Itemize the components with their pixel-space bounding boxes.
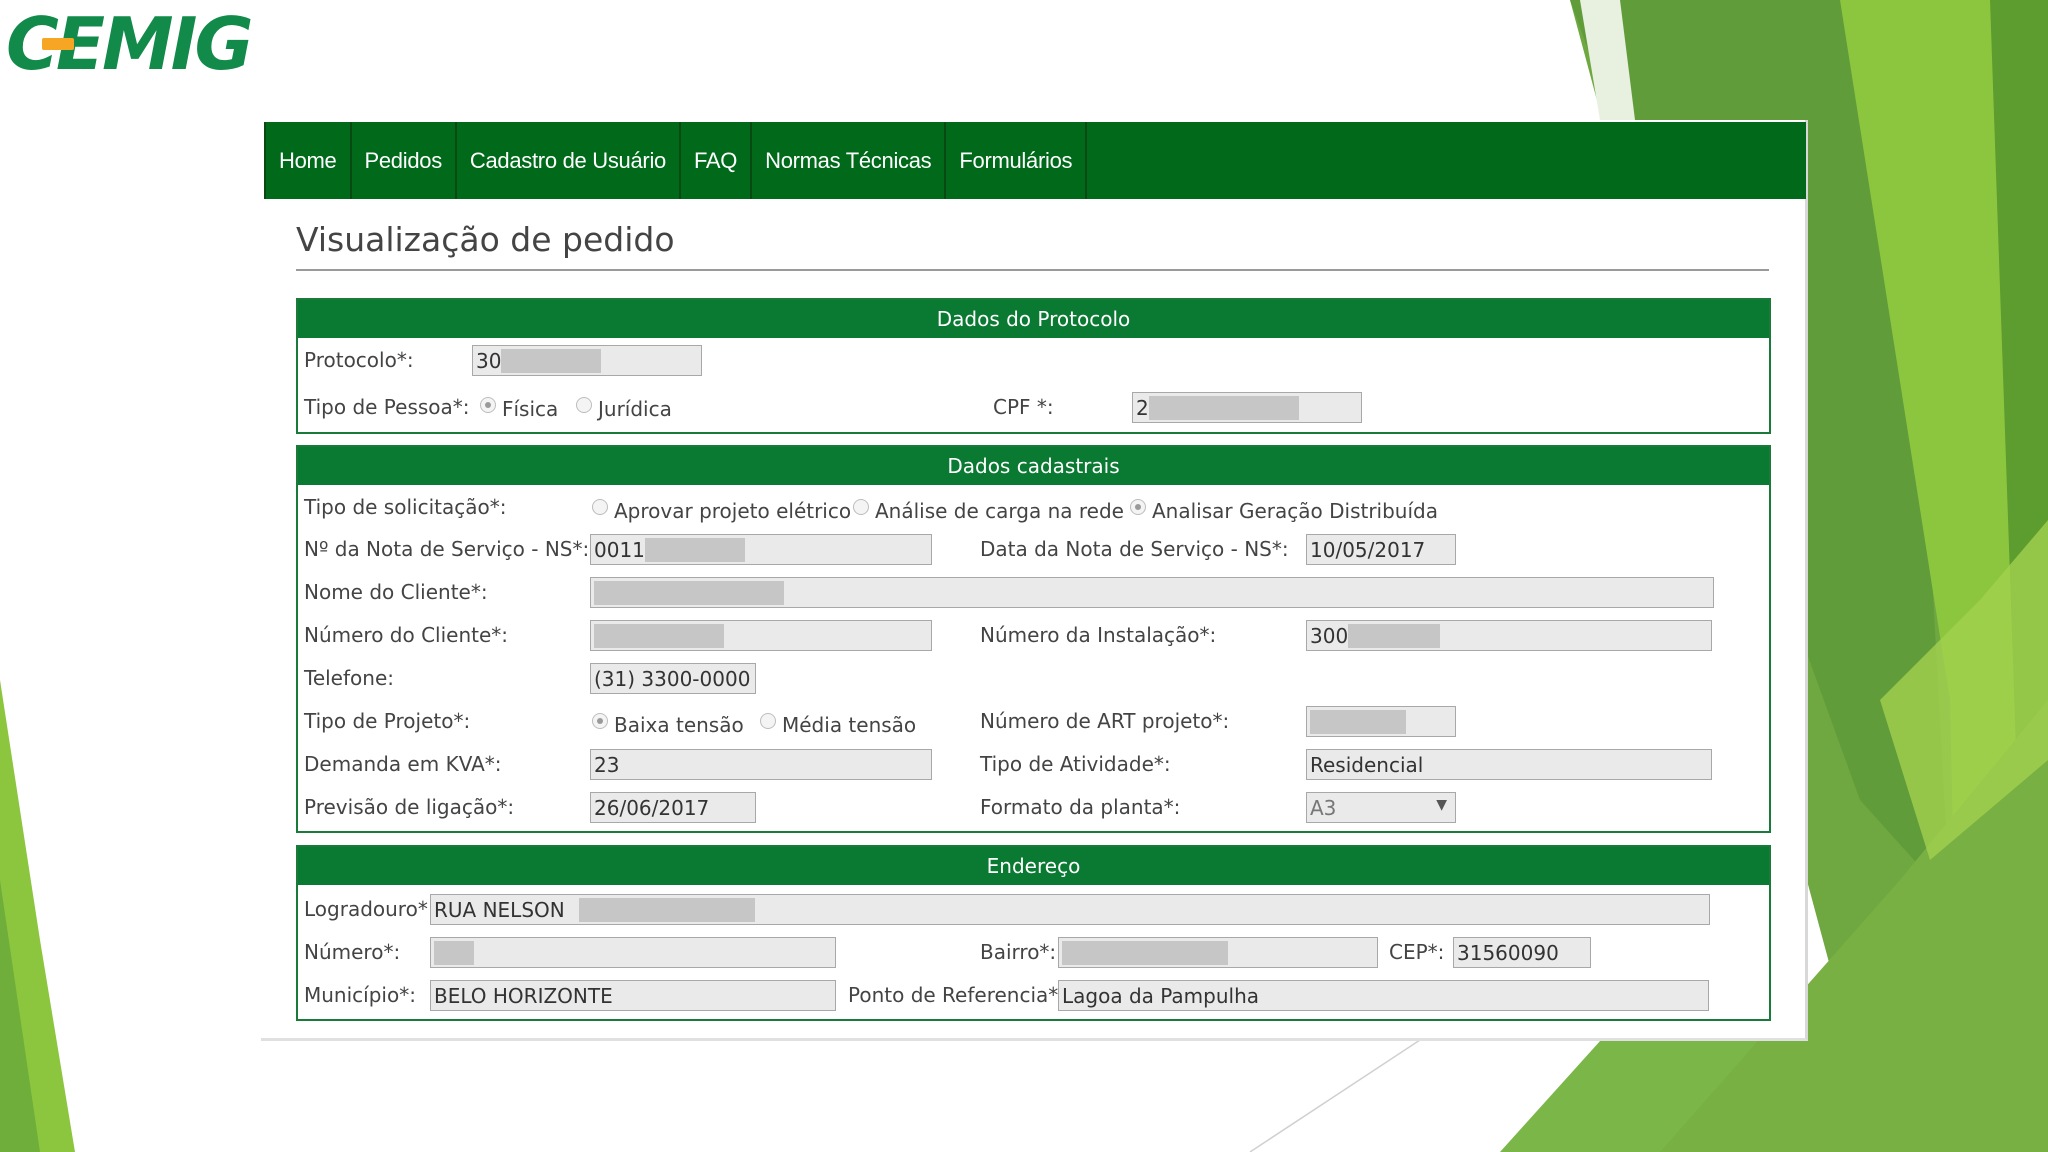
formato-planta-label: Formato da planta*:: [980, 795, 1181, 819]
art-projeto-field[interactable]: [1306, 706, 1456, 737]
protocolo-field[interactable]: 30: [472, 345, 702, 376]
previsao-ligacao-label: Previsão de ligação*:: [304, 795, 515, 819]
section-endereco: Endereço Logradouro*: RUA NELSON Número*…: [296, 845, 1771, 1021]
nota-servico-field[interactable]: 0011: [590, 534, 932, 565]
radio-analise-carga-label: Análise de carga na rede: [875, 499, 1124, 523]
radio-media-tensao[interactable]: [760, 713, 776, 729]
browser-content-frame: Home Pedidos Cadastro de Usuário FAQ Nor…: [261, 120, 1808, 1041]
section-header: Dados do Protocolo: [298, 300, 1769, 338]
section-dados-cadastrais: Dados cadastrais Tipo de solicitação*: A…: [296, 445, 1771, 833]
section-header: Dados cadastrais: [298, 447, 1769, 485]
tipo-atividade-field[interactable]: Residencial: [1306, 749, 1712, 780]
radio-media-tensao-label: Média tensão: [782, 713, 917, 737]
nav-home[interactable]: Home: [266, 122, 352, 199]
telefone-label: Telefone:: [304, 666, 394, 690]
cep-label: CEP*:: [1389, 940, 1445, 964]
municipio-field[interactable]: BELO HORIZONTE: [430, 980, 836, 1011]
section-header: Endereço: [298, 847, 1769, 885]
cpf-label: CPF *:: [993, 395, 1054, 419]
nav-pedidos[interactable]: Pedidos: [352, 122, 457, 199]
radio-geracao-distribuida-label: Analisar Geração Distribuída: [1152, 499, 1438, 523]
demanda-kva-field[interactable]: 23: [590, 749, 932, 780]
chevron-down-icon: ▼: [1436, 797, 1447, 813]
formato-planta-select[interactable]: A3 ▼: [1306, 792, 1456, 823]
bairro-label: Bairro*:: [980, 940, 1057, 964]
protocolo-label: Protocolo*:: [304, 348, 414, 372]
radio-juridica-label: Jurídica: [598, 397, 672, 421]
title-divider: [296, 269, 1769, 271]
numero-instalacao-label: Número da Instalação*:: [980, 623, 1217, 647]
nav-normas-tecnicas[interactable]: Normas Técnicas: [752, 122, 947, 199]
radio-fisica[interactable]: [480, 397, 496, 413]
nav-faq[interactable]: FAQ: [681, 122, 753, 199]
demanda-kva-label: Demanda em KVA*:: [304, 752, 502, 776]
section-dados-protocolo: Dados do Protocolo Protocolo*: 30 Tipo d…: [296, 298, 1771, 434]
radio-geracao-distribuida[interactable]: [1130, 499, 1146, 515]
page-title: Visualização de pedido: [296, 220, 675, 259]
telefone-field[interactable]: (31) 3300-0000: [590, 663, 756, 694]
nome-cliente-label: Nome do Cliente*:: [304, 580, 488, 604]
numero-cliente-field[interactable]: [590, 620, 932, 651]
radio-fisica-label: Física: [502, 397, 559, 421]
radio-baixa-tensao-label: Baixa tensão: [614, 713, 744, 737]
art-projeto-label: Número de ART projeto*:: [980, 709, 1230, 733]
nav-cadastro-usuario[interactable]: Cadastro de Usuário: [457, 122, 681, 199]
logradouro-label: Logradouro*:: [304, 897, 435, 921]
cep-field[interactable]: 31560090: [1453, 937, 1591, 968]
radio-aprovar-projeto-label: Aprovar projeto elétrico: [614, 499, 852, 523]
logradouro-field[interactable]: RUA NELSON: [430, 894, 1710, 925]
radio-aprovar-projeto[interactable]: [592, 499, 608, 515]
previsao-ligacao-field[interactable]: 26/06/2017: [590, 792, 756, 823]
nome-cliente-field[interactable]: [590, 577, 1714, 608]
numero-instalacao-field[interactable]: 300: [1306, 620, 1712, 651]
nota-servico-label: Nº da Nota de Serviço - NS*:: [304, 537, 590, 561]
cemig-logo: C EMIG: [6, 2, 254, 86]
logo-accent-bar: [42, 38, 74, 50]
ponto-referencia-field[interactable]: Lagoa da Pampulha: [1058, 980, 1709, 1011]
radio-baixa-tensao[interactable]: [592, 713, 608, 729]
numero-cliente-label: Número do Cliente*:: [304, 623, 509, 647]
ponto-referencia-label: Ponto de Referencia*:: [848, 983, 1066, 1007]
data-nota-field[interactable]: 10/05/2017: [1306, 534, 1456, 565]
tipo-projeto-label: Tipo de Projeto*:: [304, 709, 471, 733]
main-navigation: Home Pedidos Cadastro de Usuário FAQ Nor…: [264, 122, 1806, 199]
tipo-pessoa-label: Tipo de Pessoa*:: [304, 395, 470, 419]
numero-endereco-field[interactable]: [430, 937, 836, 968]
municipio-label: Município*:: [304, 983, 416, 1007]
data-nota-label: Data da Nota de Serviço - NS*:: [980, 537, 1289, 561]
tipo-solicitacao-label: Tipo de solicitação*:: [304, 495, 507, 519]
radio-juridica[interactable]: [576, 397, 592, 413]
bairro-field[interactable]: [1058, 937, 1378, 968]
tipo-atividade-label: Tipo de Atividade*:: [980, 752, 1171, 776]
cpf-field[interactable]: 2: [1132, 392, 1362, 423]
nav-formularios[interactable]: Formulários: [946, 122, 1088, 199]
numero-endereco-label: Número*:: [304, 940, 401, 964]
radio-analise-carga[interactable]: [853, 499, 869, 515]
